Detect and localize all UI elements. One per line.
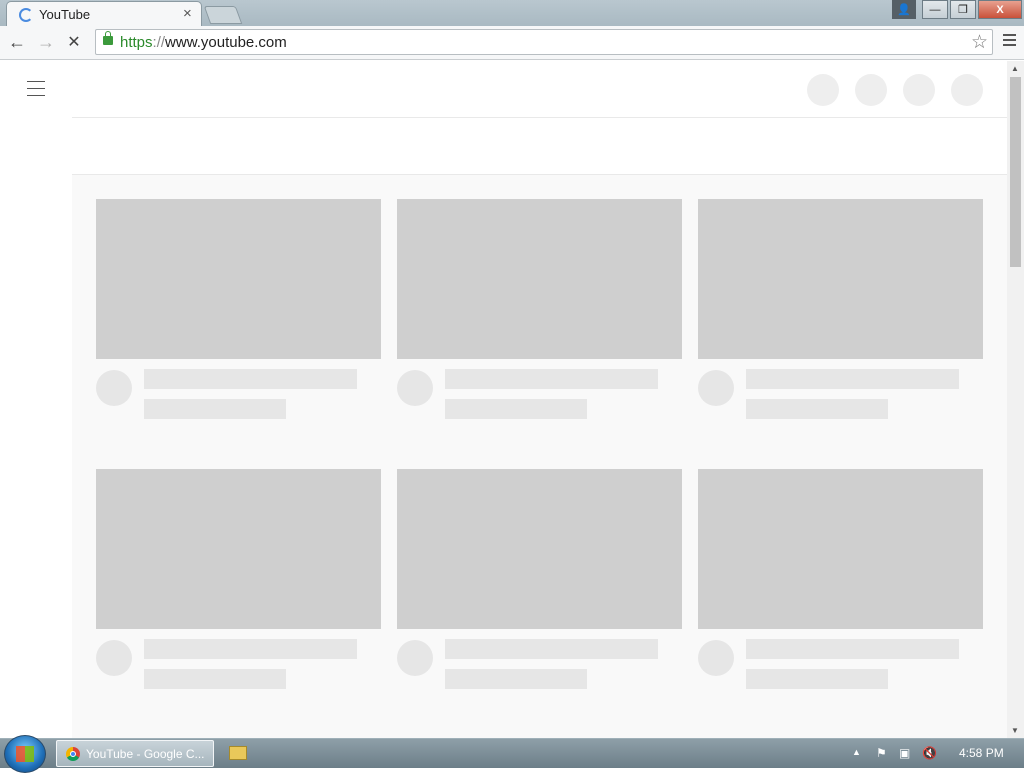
maximize-button[interactable]: ❐ xyxy=(950,0,976,19)
thumbnail-placeholder xyxy=(397,469,682,629)
avatar-placeholder xyxy=(96,370,132,406)
video-card-placeholder xyxy=(698,199,983,419)
video-card-placeholder xyxy=(397,199,682,419)
page-scrollbar[interactable]: ▲ ▼ xyxy=(1007,61,1024,738)
show-hidden-icons-arrow[interactable]: ▲ xyxy=(852,747,861,757)
thumbnail-placeholder xyxy=(96,469,381,629)
windows-taskbar: YouTube - Google C... ▲ ⚑ ▣ 🔇 4:58 PM xyxy=(0,735,1024,773)
title-placeholder xyxy=(144,639,357,659)
thumbnail-placeholder xyxy=(397,199,682,359)
new-tab-button[interactable] xyxy=(203,6,243,24)
url-scheme: https xyxy=(120,34,153,51)
avatar-placeholder xyxy=(698,370,734,406)
avatar-placeholder xyxy=(698,640,734,676)
forward-button[interactable]: → xyxy=(35,31,57,53)
tab-youtube[interactable]: YouTube × xyxy=(6,1,202,26)
meta-placeholder xyxy=(746,669,888,689)
volume-muted-icon[interactable]: 🔇 xyxy=(922,746,937,760)
back-button[interactable]: ← xyxy=(6,31,28,53)
url-separator: :// xyxy=(152,34,166,51)
avatar-placeholder xyxy=(397,640,433,676)
chrome-icon xyxy=(66,747,80,761)
title-placeholder xyxy=(144,369,357,389)
window-titlebar: YouTube × 👤 — ❐ X xyxy=(0,0,1024,26)
header-divider xyxy=(72,117,1007,118)
stop-button[interactable]: ✕ xyxy=(63,31,85,53)
network-icon[interactable]: ▣ xyxy=(899,746,913,760)
meta-placeholder xyxy=(144,399,286,419)
taskbar-clock[interactable]: 4:58 PM xyxy=(959,746,1004,760)
taskbar-item-chrome[interactable]: YouTube - Google C... xyxy=(56,740,214,767)
avatar-placeholder xyxy=(96,640,132,676)
meta-placeholder xyxy=(445,399,587,419)
thumbnail-placeholder xyxy=(698,199,983,359)
tab-title: YouTube xyxy=(39,7,91,22)
meta-placeholder xyxy=(445,669,587,689)
loading-spinner-icon xyxy=(19,8,33,22)
header-icon-placeholder xyxy=(903,74,935,106)
video-card-placeholder xyxy=(96,469,381,689)
thumbnail-placeholder xyxy=(96,199,381,359)
video-card-placeholder xyxy=(96,199,381,419)
profile-icon[interactable]: 👤 xyxy=(892,0,916,19)
browser-toolbar: ← → ✕ https://www.youtube.com ☆ xyxy=(0,26,1024,60)
thumbnail-placeholder xyxy=(698,469,983,629)
meta-placeholder xyxy=(144,669,286,689)
header-icon-placeholder xyxy=(951,74,983,106)
start-button[interactable] xyxy=(4,735,46,773)
youtube-page xyxy=(0,61,1007,738)
url-text: https://www.youtube.com xyxy=(120,34,287,51)
meta-placeholder xyxy=(746,399,888,419)
file-explorer-icon[interactable] xyxy=(229,746,247,760)
chrome-menu-icon[interactable] xyxy=(1003,34,1016,49)
url-host: www.youtube.com xyxy=(165,34,287,51)
avatar-placeholder xyxy=(397,370,433,406)
video-feed xyxy=(72,175,1007,738)
scrollbar-thumb[interactable] xyxy=(1010,77,1021,267)
title-placeholder xyxy=(746,639,959,659)
scroll-down-arrow-icon[interactable]: ▼ xyxy=(1011,726,1019,735)
windows-logo-icon xyxy=(16,746,34,762)
lock-icon xyxy=(103,31,113,45)
title-placeholder xyxy=(445,369,658,389)
action-center-flag-icon[interactable]: ⚑ xyxy=(876,746,890,760)
guide-menu-icon[interactable] xyxy=(27,81,45,102)
address-bar[interactable]: https://www.youtube.com ☆ xyxy=(95,29,993,55)
window-controls: 👤 — ❐ X xyxy=(892,0,1022,19)
header-icon-placeholder xyxy=(807,74,839,106)
video-card-placeholder xyxy=(397,469,682,689)
close-window-button[interactable]: X xyxy=(978,0,1022,19)
minimize-button[interactable]: — xyxy=(922,0,948,19)
taskbar-item-label: YouTube - Google C... xyxy=(86,747,205,761)
title-placeholder xyxy=(445,639,658,659)
tab-close-icon[interactable]: × xyxy=(183,5,192,22)
header-icon-placeholder xyxy=(855,74,887,106)
title-placeholder xyxy=(746,369,959,389)
video-card-placeholder xyxy=(698,469,983,689)
scroll-up-arrow-icon[interactable]: ▲ xyxy=(1011,64,1019,73)
bookmark-star-icon[interactable]: ☆ xyxy=(971,31,988,54)
